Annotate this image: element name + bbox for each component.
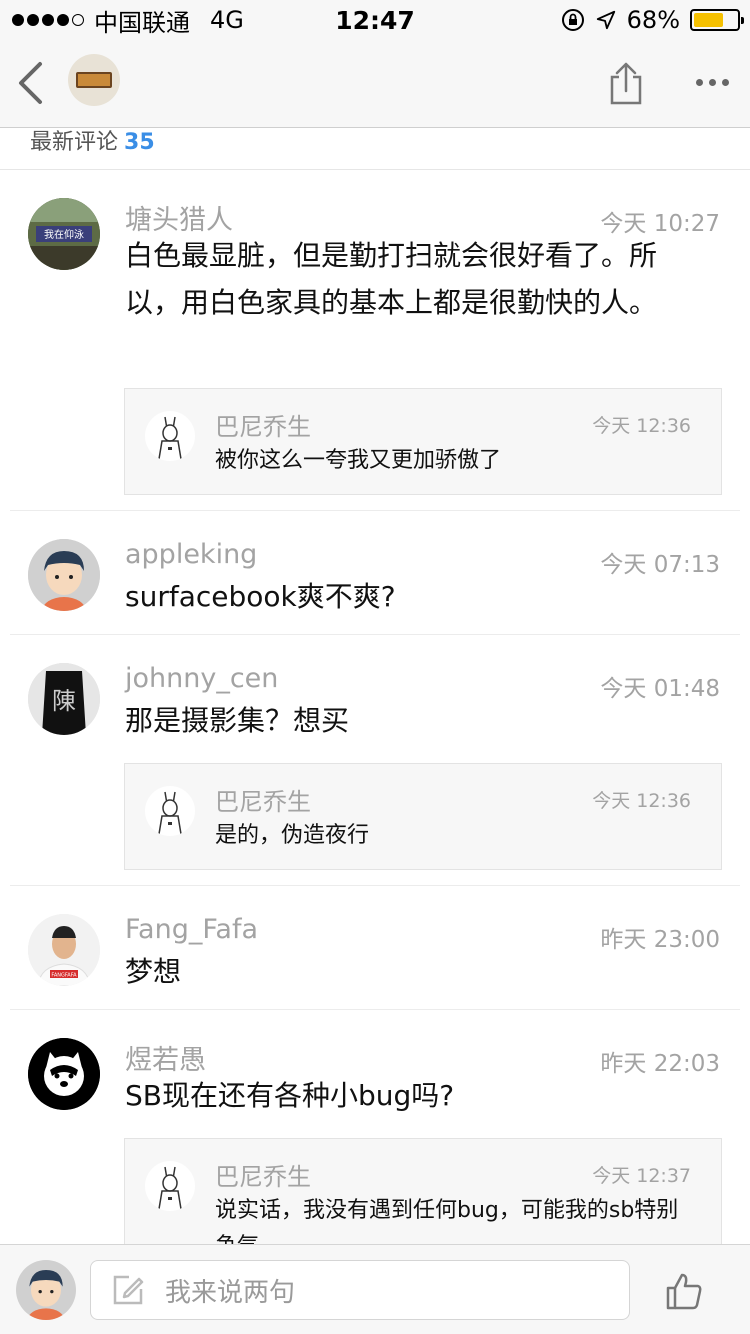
more-icon	[695, 78, 703, 86]
comment-item: 我在仰泳 塘头猎人 今天 10:27 白色最显脏，但是勤打扫就会很好看了。所以，…	[0, 170, 750, 511]
avatar[interactable]: 陳	[28, 663, 100, 735]
like-button[interactable]	[662, 1269, 706, 1313]
battery-percent: 68%	[626, 6, 680, 34]
section-title: 最新评论	[30, 130, 119, 155]
avatar[interactable]: FANGFAFA	[28, 914, 100, 986]
rotation-lock-icon	[561, 9, 584, 31]
comment-bar: 我来说两句	[0, 1244, 750, 1334]
comment-item: 陳 johnny_cen 今天 01:48 那是摄影集？想买 巴尼乔生 今天 1…	[0, 635, 750, 886]
reply-avatar[interactable]	[145, 786, 195, 836]
avatar[interactable]: 我在仰泳	[28, 198, 100, 270]
rabbit-avatar-icon	[158, 791, 182, 835]
reply-author[interactable]: 巴尼乔生	[215, 1157, 311, 1192]
compose-icon	[111, 1273, 145, 1307]
comment-item: appleking 今天 07:13 surfacebook爽不爽?	[0, 511, 750, 635]
reply-avatar[interactable]	[145, 411, 195, 461]
comment-input-placeholder: 我来说两句	[165, 1277, 296, 1308]
reply-time: 今天 12:37	[592, 1165, 691, 1187]
comment-author[interactable]: Fang_Fafa	[125, 914, 258, 945]
share-icon	[610, 62, 642, 105]
avatar[interactable]	[28, 539, 100, 611]
reply-avatar[interactable]	[145, 1161, 195, 1211]
reply-author[interactable]: 巴尼乔生	[215, 407, 311, 442]
comment-count: 35	[124, 130, 155, 155]
comment-item: FANGFAFA Fang_Fafa 昨天 23:00 梦想	[0, 886, 750, 1010]
comment-text: 那是摄影集？想买	[125, 704, 350, 737]
status-bar: 中国联通 4G 12:47 68%	[0, 0, 750, 40]
comment-text: 白色最显脏，但是勤打扫就会很好看了。所以，用白色家具的基本上都是很勤快的人。	[125, 239, 658, 319]
reply-box[interactable]: 巴尼乔生 今天 12:36 被你这么一夸我又更加骄傲了	[124, 388, 722, 495]
comment-text: surfacebook爽不爽?	[125, 580, 396, 613]
reply-text: 被你这么一夸我又更加骄傲了	[215, 448, 502, 473]
nav-bar	[0, 40, 750, 128]
avatar-char-text: 陳	[52, 687, 76, 715]
avatar[interactable]	[28, 1038, 100, 1110]
avatar-shirt-text: FANGFAFA	[51, 973, 77, 979]
comment-author[interactable]: johnny_cen	[125, 663, 278, 694]
avatar-sign-text: 我在仰泳	[44, 229, 84, 241]
reply-box[interactable]: 巴尼乔生 今天 12:37 说实话，我没有遇到任何bug，可能我的sb特别争气	[124, 1138, 722, 1259]
comment-input[interactable]: 我来说两句	[90, 1260, 630, 1320]
my-avatar[interactable]	[16, 1260, 76, 1320]
rabbit-avatar-icon	[158, 1166, 182, 1210]
section-header: 最新评论 35	[30, 124, 155, 156]
rabbit-avatar-icon	[158, 416, 182, 460]
chevron-left-icon	[19, 62, 42, 104]
comment-item: 煜若愚 昨天 22:03 SB现在还有各种小bug吗? 巴尼乔生 今天 12:3…	[0, 1010, 750, 1259]
status-right: 68%	[561, 6, 744, 34]
reply-author[interactable]: 巴尼乔生	[215, 782, 311, 817]
share-button[interactable]	[604, 58, 648, 108]
reply-time: 今天 12:36	[592, 790, 691, 812]
reply-time: 今天 12:36	[592, 415, 691, 437]
more-button[interactable]	[688, 62, 736, 102]
location-icon	[596, 10, 615, 30]
reply-text: 是的，伪造夜行	[215, 823, 370, 848]
battery-icon	[690, 9, 744, 31]
thumbs-up-icon	[666, 1273, 702, 1310]
comment-text: 梦想	[125, 955, 182, 988]
comment-author[interactable]: appleking	[125, 539, 257, 570]
comment-text: SB现在还有各种小bug吗?	[125, 1079, 455, 1112]
back-button[interactable]	[10, 58, 50, 108]
article-thumbnail[interactable]	[68, 54, 120, 106]
reply-box[interactable]: 巴尼乔生 今天 12:36 是的，伪造夜行	[124, 763, 722, 870]
